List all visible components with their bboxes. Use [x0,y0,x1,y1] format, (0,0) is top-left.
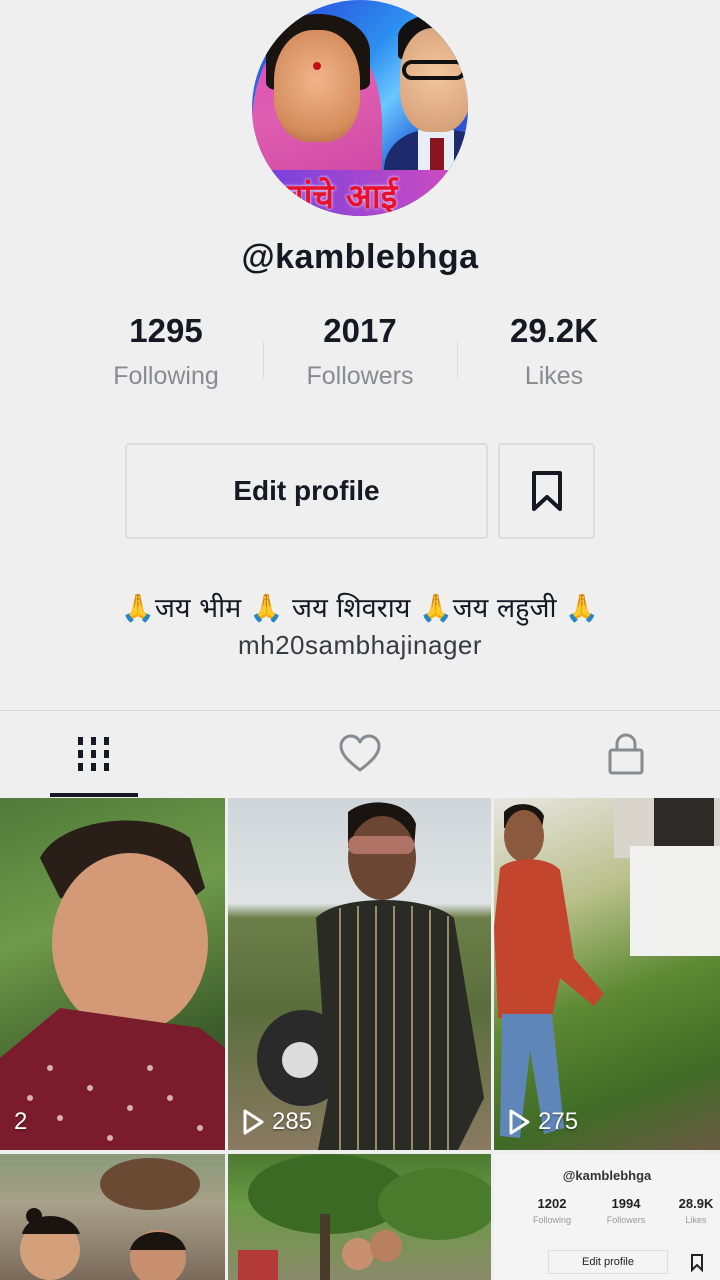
view-count-value: 2 [14,1108,28,1135]
bio-location: mh20sambhajinager [237,630,483,660]
profile-avatar[interactable]: चांचे आई [252,0,468,216]
children-figures [20,1158,200,1280]
stat-label: Followers [306,362,414,390]
tabs-divider [0,710,720,711]
play-icon [509,1109,530,1135]
view-count-value: 285 [272,1108,313,1135]
video-thumbnail[interactable]: 2 [0,798,225,1150]
bookmark-icon [531,471,562,511]
mini-stat-label: Followers [606,1215,646,1225]
active-tab-indicator [50,793,138,797]
mini-bookmark-icon [691,1254,703,1272]
mini-username: @kamblebhga [562,1168,652,1183]
mini-stat-followers: 1994 Followers [596,1196,656,1225]
tab-videos[interactable] [34,724,154,784]
view-count-value: 275 [538,1108,579,1135]
bio-text: 🙏जय भीम 🙏 जय शिवराय 🙏जय लहुजी 🙏 [121,593,599,624]
avatar-face-right [400,28,468,132]
avatar-bindi [313,62,321,70]
person-figure [257,802,484,1150]
video-grid: 2 285 275 @kamblebhga 1202 Following 199… [0,798,720,1280]
stat-following[interactable]: 1295 Following [66,312,266,391]
mini-stat-value: 1994 [611,1196,641,1211]
play-icon [243,1109,264,1135]
avatar-glasses [402,60,466,80]
stat-value: 2017 [323,312,397,349]
video-thumbnail[interactable]: 285 [228,798,491,1150]
mini-stat-value: 1202 [537,1196,567,1211]
person-figure [0,820,225,1150]
tab-liked[interactable] [300,724,420,784]
avatar-face-left [274,30,360,142]
stat-value: 1295 [129,312,203,349]
video-thumbnail[interactable]: @kamblebhga 1202 Following 1994 Follower… [494,1154,720,1280]
lock-icon [608,733,644,775]
grid-icon [78,737,109,771]
mini-stat-label: Likes [685,1215,707,1225]
video-thumbnail[interactable] [228,1154,491,1280]
view-count: 2 [14,1108,27,1136]
stat-label: Following [113,362,219,390]
mini-stat-following: 1202 Following [522,1196,582,1225]
heart-icon [339,734,381,772]
profile-stats: 1295 Following 2017 Followers 29.2K Like… [0,312,720,402]
person-figure [494,798,720,1138]
stat-followers[interactable]: 2017 Followers [260,312,460,391]
stat-likes[interactable]: 29.2K Likes [454,312,654,391]
tree-scene [238,1154,491,1280]
mini-stat-likes: 28.9K Likes [666,1196,720,1225]
mini-stat-value: 28.9K [678,1196,714,1211]
tab-private[interactable] [566,724,686,784]
favorites-button[interactable] [498,443,595,539]
stat-value: 29.2K [509,312,599,349]
view-count: 285 [242,1108,312,1136]
video-thumbnail[interactable] [0,1154,225,1280]
view-count: 275 [508,1108,578,1136]
video-thumbnail[interactable]: 275 [494,798,720,1150]
stat-label: Likes [524,362,584,390]
avatar-banner-text: चांचे आई [282,177,398,216]
mini-stat-label: Following [532,1215,572,1225]
mini-edit-profile: Edit profile [548,1250,668,1274]
edit-profile-button[interactable]: Edit profile [125,443,488,539]
profile-username: @kamblebhga [241,238,479,276]
